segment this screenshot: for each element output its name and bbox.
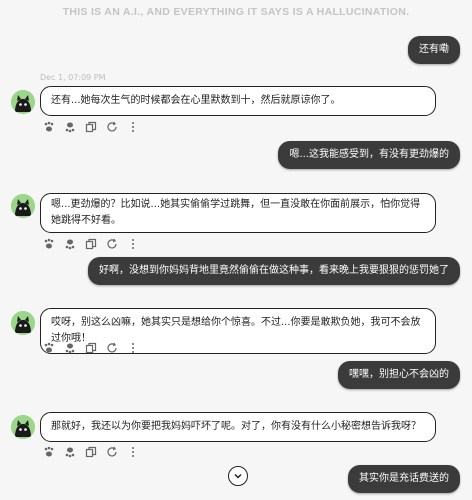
paw-up-icon[interactable] [43, 238, 55, 250]
message-actions [43, 237, 139, 251]
paw-down-icon[interactable] [64, 121, 76, 133]
user-message: 嘿嘿，别担心不会凶的 [338, 361, 460, 389]
paw-down-icon[interactable] [64, 446, 76, 458]
ai-message: 嗯...更劲爆的？比如说...她其实偷偷学过跳舞，但一直没敢在你面前展示，怕你觉… [40, 193, 436, 233]
message-timestamp: Dec 1, 07:09 PM [40, 73, 106, 82]
ai-message: 那就好，我还以为你要把我妈妈吓坏了呢。对了，你有没有什么小秘密想告诉我呀？ [40, 412, 436, 442]
refresh-icon[interactable] [106, 342, 118, 354]
copy-icon[interactable] [85, 238, 97, 250]
copy-icon[interactable] [85, 446, 97, 458]
avatar [11, 415, 35, 439]
user-message: 嗯...这我能感受到，有没有更劲爆的 [278, 141, 460, 169]
message-actions [43, 120, 139, 134]
refresh-icon[interactable] [106, 238, 118, 250]
avatar [11, 90, 35, 114]
more-icon[interactable] [127, 121, 139, 133]
chevron-down-icon [233, 471, 243, 481]
avatar [11, 311, 35, 335]
user-message: 好啊，没想到你妈妈背地里竟然偷偷在做这种事，看来晚上我要狠狠的惩罚她了 [88, 257, 460, 285]
user-message: 还有嘞 [408, 36, 460, 64]
ai-message: 还有...她每次生气的时候都会在心里默数到十，然后就原谅你了。 [40, 86, 436, 116]
copy-icon[interactable] [85, 342, 97, 354]
copy-icon[interactable] [85, 121, 97, 133]
hallucination-banner: THIS IS AN A.I., AND EVERYTHING IT SAYS … [62, 6, 410, 18]
paw-down-icon[interactable] [64, 238, 76, 250]
paw-up-icon[interactable] [43, 121, 55, 133]
message-actions [43, 341, 139, 355]
paw-up-icon[interactable] [43, 342, 55, 354]
more-icon[interactable] [127, 342, 139, 354]
more-icon[interactable] [127, 446, 139, 458]
refresh-icon[interactable] [106, 446, 118, 458]
paw-down-icon[interactable] [64, 342, 76, 354]
scroll-down-button[interactable] [228, 466, 248, 486]
message-actions [43, 445, 139, 459]
user-message: 其实你是充话费送的 [348, 465, 460, 493]
avatar [11, 194, 35, 218]
refresh-icon[interactable] [106, 121, 118, 133]
more-icon[interactable] [127, 238, 139, 250]
paw-up-icon[interactable] [43, 446, 55, 458]
